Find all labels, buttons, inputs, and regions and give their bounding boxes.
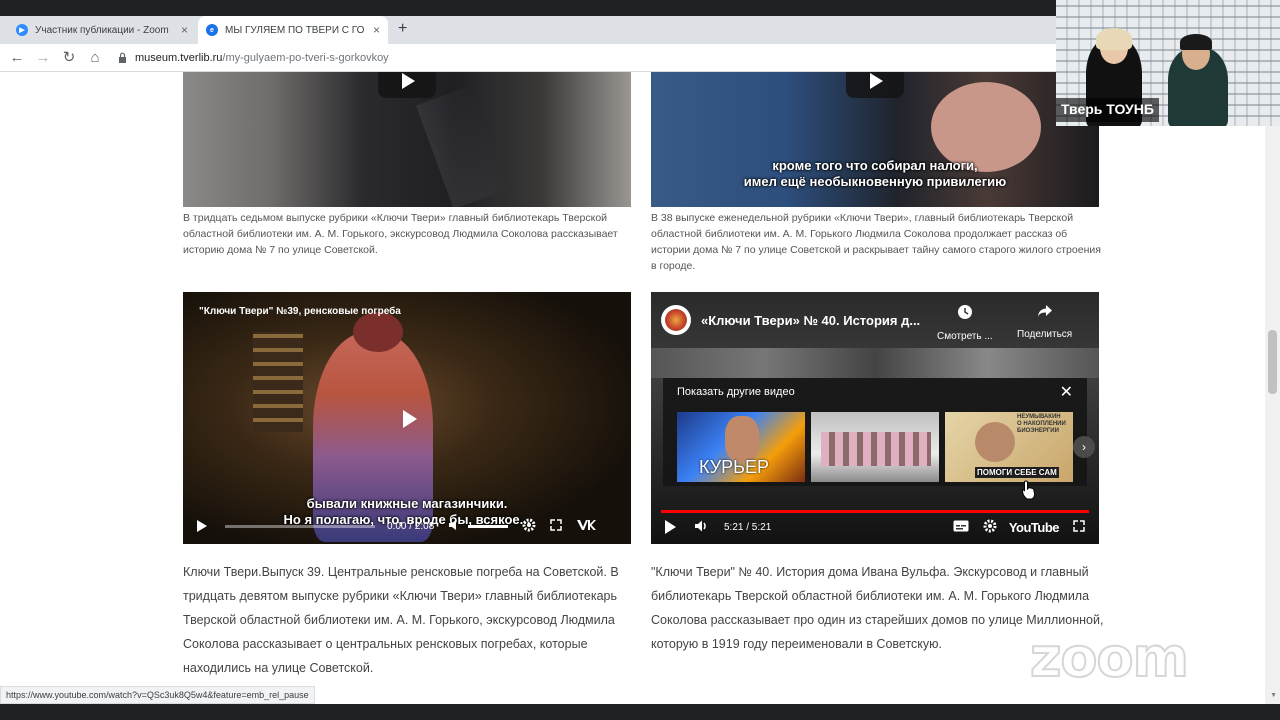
volume-slider[interactable] — [468, 524, 509, 528]
volume-icon[interactable] — [448, 518, 462, 534]
gear-icon[interactable] — [983, 519, 997, 536]
time-display: 5:21 / 5:21 — [724, 521, 772, 533]
zoom-watermark: zoom — [1029, 625, 1190, 690]
close-icon[interactable]: × — [373, 23, 380, 37]
suggested-video[interactable]: КУРЬЕР — [677, 412, 805, 482]
scrollbar-thumb[interactable] — [1268, 330, 1277, 394]
page-scrollbar[interactable]: ▲ ▼ — [1265, 72, 1280, 704]
video-caption: В 38 выпуске еженедельной рубрики «Ключи… — [651, 212, 1101, 272]
more-videos-title: Показать другие видео — [677, 386, 795, 398]
video-player-38[interactable]: кроме того что собирал налоги, имел ещё … — [651, 72, 1099, 207]
time-display: 0:00 / 2:08 — [387, 520, 435, 532]
video-subtitle: кроме того что собирал налоги, имел ещё … — [743, 158, 1007, 189]
watch-later-label: Смотреть ... — [937, 331, 993, 342]
suggested-video[interactable] — [811, 412, 939, 482]
fullscreen-icon[interactable] — [1073, 519, 1085, 535]
close-icon[interactable]: ✕ — [1060, 382, 1073, 402]
zoom-icon: ▶ — [16, 24, 28, 36]
share-button[interactable]: Поделиться — [1017, 304, 1072, 340]
url-path: /my-gulyaem-po-tveri-s-gorkovkoy — [222, 52, 389, 64]
channel-avatar[interactable] — [661, 305, 691, 335]
video-caption: В тридцать седьмом выпуске рубрики «Ключ… — [183, 212, 618, 256]
hair-shape — [1180, 34, 1212, 50]
share-label: Поделиться — [1017, 329, 1073, 340]
progress-bar[interactable] — [225, 524, 375, 528]
status-bar: https://www.youtube.com/watch?v=QSc3uk8Q… — [0, 686, 315, 704]
home-button[interactable]: ⌂ — [85, 48, 105, 68]
vk-logo-icon[interactable] — [576, 519, 597, 534]
youtube-logo[interactable]: YouTube — [1009, 520, 1060, 535]
volume-icon[interactable] — [694, 519, 710, 536]
participant-name: Тверь ТОУНБ — [1056, 98, 1159, 122]
building-shape — [651, 348, 1099, 378]
video-title: "Ключи Твери" №39, ренсковые погреба — [199, 306, 401, 317]
clock-icon — [937, 304, 993, 325]
zoom-participant-video[interactable]: Тверь ТОУНБ — [1056, 0, 1280, 126]
play-icon[interactable] — [403, 410, 417, 428]
tab-zoom[interactable]: ▶ Участник публикации - Zoom × — [8, 16, 196, 44]
video-title[interactable]: «Ключи Твери» № 40. История д... — [701, 313, 931, 328]
suggested-video-top-text: НЕУМЫВАКИН О НАКОПЛЕНИИ БИОЭНЕРГИИ — [1017, 414, 1066, 434]
youtube-controls: 5:21 / 5:21 YouTube — [651, 510, 1099, 544]
lock-icon — [118, 52, 127, 65]
video-player-39[interactable]: "Ключи Твери" №39, ренсковые погреба быв… — [183, 292, 631, 544]
tab-museum[interactable]: e МЫ ГУЛЯЕМ ПО ТВЕРИ С ГО × — [198, 16, 388, 44]
hair-shape — [353, 312, 403, 352]
back-button[interactable]: ← — [7, 48, 27, 68]
suggested-video-label: КУРЬЕР — [699, 457, 769, 477]
video-player-40[interactable]: «Ключи Твери» № 40. История д... Смотрет… — [651, 292, 1099, 544]
play-button[interactable] — [378, 72, 436, 98]
face-shape — [975, 422, 1015, 462]
watch-later-button[interactable]: Смотреть ... — [937, 304, 993, 342]
subtitles-icon[interactable] — [953, 519, 969, 535]
new-tab-button[interactable]: + — [398, 20, 407, 38]
window-bottom-bar — [0, 704, 1280, 720]
hair-shape — [1096, 28, 1132, 50]
hand-cursor-icon — [1022, 480, 1036, 500]
scroll-down-icon[interactable]: ▼ — [1270, 692, 1277, 699]
tab-title: МЫ ГУЛЯЕМ ПО ТВЕРИ С ГО — [225, 24, 365, 36]
suggested-video[interactable]: НЕУМЫВАКИН О НАКОПЛЕНИИ БИОЭНЕРГИИ ПОМОГ… — [945, 412, 1073, 482]
share-icon — [1017, 304, 1072, 323]
suggested-video-label: ПОМОГИ СЕБЕ САМ — [975, 467, 1059, 478]
vk-controls: 0:00 / 2:08 — [183, 508, 631, 544]
more-videos-panel: Показать другие видео ✕ КУРЬЕР НЕУМЫВАКИ… — [663, 378, 1095, 486]
forward-button[interactable]: → — [33, 48, 53, 68]
video-player-37[interactable] — [183, 72, 631, 207]
play-icon[interactable] — [665, 520, 676, 534]
close-icon[interactable]: × — [181, 23, 188, 37]
reload-button[interactable]: ↻ — [59, 48, 79, 68]
strap-shape — [415, 85, 511, 207]
face-shape — [725, 416, 759, 462]
page-content: В тридцать седьмом выпуске рубрики «Ключ… — [0, 72, 1280, 704]
site-icon: e — [206, 24, 218, 36]
video-description: Ключи Твери.Выпуск 39. Центральные ренск… — [183, 565, 619, 675]
url-domain: museum.tverlib.ru — [135, 52, 223, 64]
fullscreen-icon[interactable] — [550, 518, 563, 534]
play-icon[interactable] — [197, 520, 207, 532]
dancers-shape — [821, 432, 931, 466]
play-button[interactable] — [846, 72, 904, 98]
shelf-shape — [253, 332, 303, 432]
tab-title: Участник публикации - Zoom — [35, 24, 169, 36]
gear-icon[interactable] — [522, 518, 536, 535]
chevron-right-icon[interactable]: › — [1073, 436, 1095, 458]
